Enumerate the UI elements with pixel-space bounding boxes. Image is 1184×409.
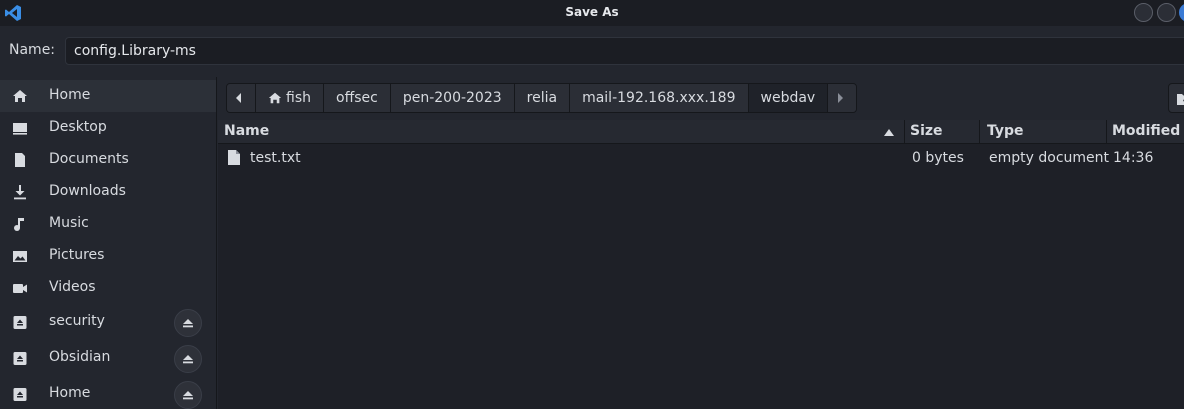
sidebar-item-label: Obsidian (49, 349, 111, 365)
home-icon (13, 90, 27, 102)
column-header-modified[interactable]: Modified (1112, 123, 1180, 139)
chevron-left-icon (236, 93, 241, 103)
eject-icon (183, 319, 193, 328)
sidebar-item-label: Music (49, 215, 89, 231)
drive-icon (13, 388, 27, 401)
breadcrumb-mail[interactable]: mail-192.168.xxx.189 (570, 84, 749, 112)
sidebar-item-label: security (49, 313, 105, 329)
breadcrumb: fish offsec pen-200-2023 relia mail-192.… (226, 83, 858, 113)
sidebar-item-documents[interactable]: Documents (0, 144, 216, 176)
file-list-header: Name Size Type Modified (218, 120, 1184, 144)
music-icon (14, 218, 24, 231)
breadcrumb-label: fish (286, 90, 311, 106)
sidebar-item-videos[interactable]: Videos (0, 272, 216, 304)
breadcrumb-label: mail-192.168.xxx.189 (582, 90, 736, 106)
path-back-button[interactable] (227, 84, 256, 112)
video-icon (13, 284, 27, 293)
eject-icon (183, 355, 193, 364)
sidebar-item-downloads[interactable]: Downloads (0, 176, 216, 208)
file-icon (228, 150, 240, 165)
breadcrumb-label: webdav (760, 90, 816, 106)
sidebar-item-music[interactable]: Music (0, 208, 216, 240)
new-folder-button[interactable] (1168, 83, 1184, 113)
eject-icon (183, 391, 193, 400)
sidebar-item-obsidian[interactable]: Obsidian (0, 342, 216, 374)
sidebar-item-label: Pictures (49, 247, 105, 263)
file-name: test.txt (250, 150, 301, 166)
eject-button[interactable] (174, 381, 202, 409)
chevron-right-icon (838, 93, 844, 103)
column-header-name[interactable]: Name (224, 123, 269, 139)
sidebar-item-label: Desktop (49, 119, 107, 135)
drive-icon (13, 352, 27, 365)
breadcrumb-label: relia (526, 90, 558, 106)
sidebar-item-label: Home (49, 87, 91, 103)
sort-ascending-icon (884, 129, 894, 136)
sidebar-item-security[interactable]: security (0, 306, 216, 338)
breadcrumb-relia[interactable]: relia (514, 84, 571, 112)
breadcrumb-fish[interactable]: fish (256, 84, 324, 112)
sidebar-item-home[interactable]: Home (0, 80, 216, 112)
sidebar-item-home-drive[interactable]: Home (0, 378, 216, 409)
picture-icon (13, 251, 27, 262)
name-label: Name: (9, 42, 56, 58)
title-bar: Save As (0, 0, 1184, 26)
download-icon (14, 185, 26, 200)
breadcrumb-offsec[interactable]: offsec (324, 84, 391, 112)
window-title: Save As (565, 5, 619, 19)
file-size: 0 bytes (912, 150, 964, 166)
eject-button[interactable] (174, 309, 202, 337)
breadcrumb-label: pen-200-2023 (402, 90, 502, 106)
breadcrumb-webdav[interactable]: webdav (748, 84, 829, 112)
file-list: Name Size Type Modified test.txt 0 bytes… (218, 120, 1184, 409)
sidebar-item-desktop[interactable]: Desktop (0, 112, 216, 144)
file-modified: 14:36 (1113, 150, 1154, 166)
sidebar-item-pictures[interactable]: Pictures (0, 240, 216, 272)
path-forward-button[interactable] (828, 84, 857, 112)
places-sidebar: Home Desktop Documents Downloads Music P… (0, 77, 217, 409)
document-icon (15, 153, 25, 167)
new-folder-icon (1177, 94, 1184, 105)
column-header-type[interactable]: Type (987, 123, 1024, 139)
minimize-button[interactable] (1134, 3, 1153, 22)
table-row[interactable]: test.txt 0 bytes empty document 14:36 (218, 145, 1184, 171)
breadcrumb-label: offsec (336, 90, 378, 106)
filename-row: Name: (0, 26, 1184, 76)
file-browser: fish offsec pen-200-2023 relia mail-192.… (218, 77, 1184, 409)
maximize-button[interactable] (1157, 3, 1176, 22)
sidebar-item-label: Videos (49, 279, 96, 295)
file-type: empty document (989, 150, 1109, 166)
drive-icon (13, 316, 27, 329)
desktop-icon (13, 123, 27, 135)
sidebar-item-label: Documents (49, 151, 129, 167)
sidebar-item-label: Downloads (49, 183, 126, 199)
column-header-size[interactable]: Size (910, 123, 943, 139)
eject-button[interactable] (174, 345, 202, 373)
breadcrumb-pen-200-2023[interactable]: pen-200-2023 (390, 84, 515, 112)
sidebar-item-label: Home (49, 385, 91, 401)
home-icon (268, 92, 282, 104)
filename-input[interactable] (65, 37, 1184, 65)
